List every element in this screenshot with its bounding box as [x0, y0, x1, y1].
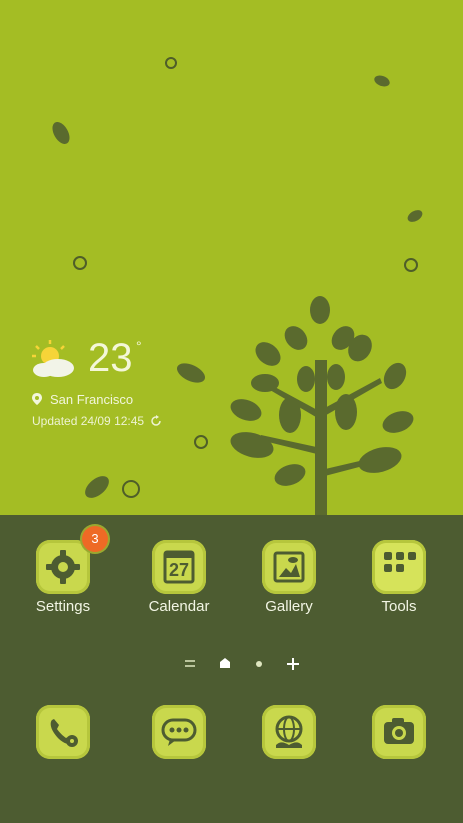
tools-folder-icon[interactable] — [372, 540, 426, 594]
app-tools-folder[interactable]: Tools — [354, 540, 444, 630]
app-gallery[interactable]: Gallery — [244, 540, 334, 630]
app-label-tools: Tools — [381, 598, 417, 615]
dock-phone[interactable] — [36, 705, 92, 761]
leaf-icon — [52, 122, 70, 144]
gear-icon — [46, 550, 80, 584]
plus-icon[interactable] — [286, 654, 300, 674]
o2-bubble-icon — [404, 258, 418, 272]
internet-icon — [275, 715, 303, 748]
dock-internet[interactable] — [262, 705, 318, 761]
messages-app-icon[interactable] — [152, 705, 206, 759]
o2-bubble-icon — [73, 256, 87, 270]
o2-bubble-icon — [194, 435, 208, 449]
o2-bubble-icon — [165, 57, 177, 69]
dock-camera[interactable] — [372, 705, 428, 761]
updated-row: Updated 24/09 12:45 — [32, 414, 162, 428]
temperature: 23 — [88, 336, 133, 380]
tree-illustration — [230, 296, 414, 515]
updated-time: Updated 24/09 12:45 — [32, 414, 145, 428]
location-row: San Francisco — [32, 390, 133, 408]
leaf-icon — [407, 210, 423, 222]
home-icon[interactable] — [218, 654, 232, 674]
app-calendar[interactable]: 27 Calendar — [134, 540, 224, 630]
dot-icon[interactable] — [254, 654, 264, 674]
gallery-icon — [273, 551, 305, 583]
location-label: San Francisco — [50, 391, 134, 407]
leaf-icon — [85, 476, 109, 498]
wallpaper-decor — [52, 57, 423, 515]
dock-messages[interactable] — [152, 705, 208, 761]
calendar-app-icon[interactable]: 27 — [152, 540, 206, 594]
messages-icon — [161, 718, 197, 746]
notification-badge: 3 — [82, 526, 108, 552]
gallery-app-icon[interactable] — [262, 540, 316, 594]
phone-app-icon[interactable] — [36, 705, 90, 759]
folder-grid-icon — [384, 552, 416, 572]
app-label-settings: Settings — [35, 598, 91, 615]
phone-icon — [50, 719, 78, 747]
internet-app-icon[interactable] — [262, 705, 316, 759]
settings-app-icon[interactable] — [36, 540, 90, 594]
degree-symbol: ° — [136, 338, 142, 354]
camera-icon — [384, 718, 414, 744]
app-label-gallery: Gallery — [265, 598, 313, 615]
app-settings[interactable]: 3 Settings — [18, 526, 108, 630]
calendar-date: 27 — [168, 560, 190, 580]
refresh-icon[interactable] — [150, 415, 162, 427]
menu-lines-icon[interactable] — [184, 654, 196, 674]
app-label-calendar: Calendar — [148, 598, 210, 615]
page-indicator[interactable] — [184, 654, 304, 674]
partly-sunny-icon — [32, 340, 74, 377]
leaf-icon — [374, 75, 390, 87]
o2-bubble-icon — [122, 480, 140, 498]
camera-app-icon[interactable] — [372, 705, 426, 759]
weather-widget[interactable]: 23 ° San Francisco Updated 24/09 12:45 — [30, 336, 230, 436]
location-pin-icon — [32, 393, 42, 405]
